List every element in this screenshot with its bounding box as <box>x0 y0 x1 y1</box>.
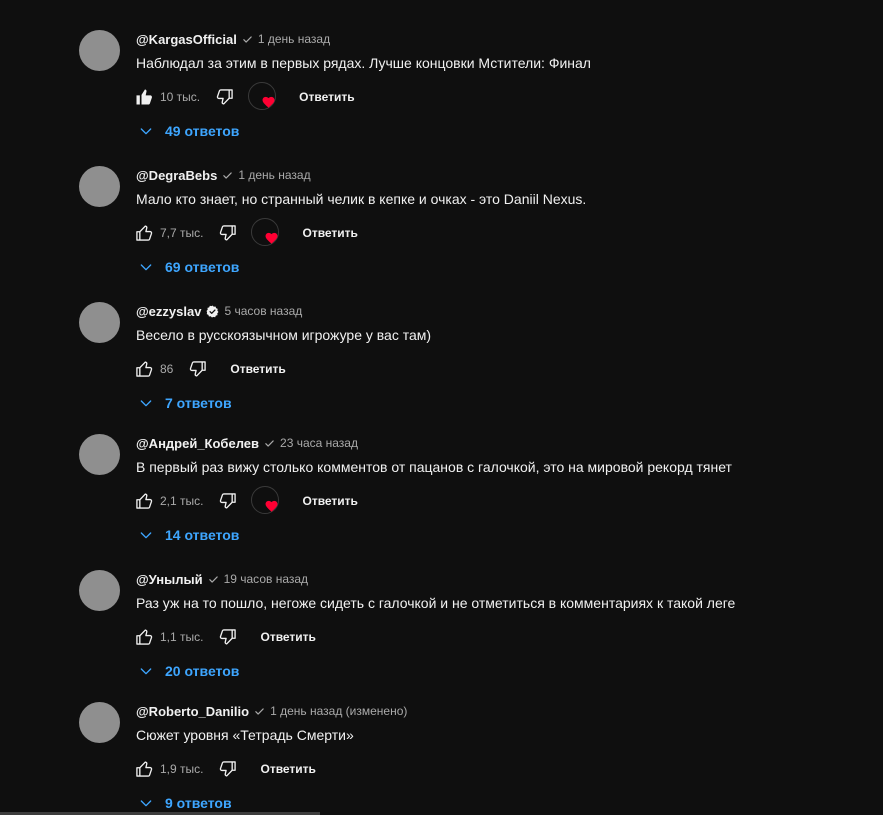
chevron-down-icon <box>138 395 154 411</box>
verified-badge-icon <box>206 305 219 318</box>
like-icon[interactable] <box>133 222 155 244</box>
comment-actions: 1,9 тыс. Ответить <box>133 757 316 781</box>
replies-toggle[interactable]: 9 ответов <box>138 793 232 813</box>
replies-toggle[interactable]: 69 ответов <box>138 257 239 277</box>
dislike-icon[interactable] <box>214 86 236 108</box>
dislike-icon[interactable] <box>217 222 239 244</box>
comment-header: @Унылый 19 часов назад <box>136 570 308 588</box>
timestamp[interactable]: 23 часа назад <box>280 436 358 450</box>
comment-actions: 10 тыс. Ответить <box>133 82 355 112</box>
author-name[interactable]: @Roberto_Danilio <box>136 704 249 719</box>
comment-actions: 1,1 тыс. Ответить <box>133 625 316 649</box>
timestamp[interactable]: 19 часов назад <box>224 572 308 586</box>
like-count: 86 <box>160 362 174 376</box>
reply-button[interactable]: Ответить <box>230 362 285 376</box>
replies-count-label: 7 ответов <box>165 395 232 411</box>
avatar[interactable] <box>79 434 120 475</box>
replies-count-label: 9 ответов <box>165 795 232 811</box>
dislike-icon[interactable] <box>217 490 239 512</box>
check-badge-icon <box>222 170 233 181</box>
like-count: 1,1 тыс. <box>160 630 204 644</box>
like-count: 2,1 тыс. <box>160 494 204 508</box>
like-count: 10 тыс. <box>160 90 201 104</box>
replies-count-label: 69 ответов <box>165 259 240 275</box>
like-count: 7,7 тыс. <box>160 226 204 240</box>
heart-icon <box>265 499 278 517</box>
check-badge-icon <box>242 34 253 45</box>
check-badge-icon <box>208 574 219 585</box>
dislike-icon[interactable] <box>217 626 239 648</box>
chevron-down-icon <box>138 259 154 275</box>
chevron-down-icon <box>138 527 154 543</box>
replies-toggle[interactable]: 14 ответов <box>138 525 239 545</box>
chevron-down-icon <box>138 123 154 139</box>
avatar[interactable] <box>79 570 120 611</box>
timestamp[interactable]: 1 день назад (изменено) <box>270 704 407 718</box>
author-name[interactable]: @ezzyslav <box>136 304 201 319</box>
reply-button[interactable]: Ответить <box>299 90 354 104</box>
like-icon[interactable] <box>133 758 155 780</box>
replies-count-label: 14 ответов <box>165 527 240 543</box>
creator-heart <box>251 218 281 248</box>
check-badge-icon <box>254 706 265 717</box>
timestamp[interactable]: 1 день назад <box>258 32 330 46</box>
timestamp[interactable]: 5 часов назад <box>224 304 302 318</box>
comment-text: Мало кто знает, но странный челик в кепк… <box>136 191 587 207</box>
comment-actions: 86 Ответить <box>133 357 286 381</box>
comments-section: @KargasOfficial 1 день назад Наблюдал за э… <box>0 0 883 815</box>
reply-button[interactable]: Ответить <box>302 494 357 508</box>
avatar[interactable] <box>79 302 120 343</box>
reply-button[interactable]: Ответить <box>260 630 315 644</box>
replies-toggle[interactable]: 20 ответов <box>138 661 239 681</box>
avatar[interactable] <box>79 30 120 71</box>
like-icon[interactable] <box>133 490 155 512</box>
comment-header: @DegraBebs 1 день назад <box>136 166 311 184</box>
like-count: 1,9 тыс. <box>160 762 204 776</box>
chevron-down-icon <box>138 663 154 679</box>
like-icon[interactable] <box>133 86 155 108</box>
comment-text: Весело в русскоязычном игрожуре у вас та… <box>136 327 432 343</box>
author-name[interactable]: @DegraBebs <box>136 168 217 183</box>
dislike-icon[interactable] <box>217 758 239 780</box>
comment-text: Наблюдал за этим в первых рядах. Лучше к… <box>136 55 591 71</box>
replies-count-label: 49 ответов <box>165 123 240 139</box>
like-icon[interactable] <box>133 358 155 380</box>
timestamp[interactable]: 1 день назад <box>238 168 310 182</box>
creator-heart <box>248 82 278 112</box>
reply-button[interactable]: Ответить <box>260 762 315 776</box>
creator-heart <box>251 486 281 516</box>
comment-actions: 7,7 тыс. Ответить <box>133 218 358 248</box>
comment-header: @ezzyslav 5 часов назад <box>136 302 302 320</box>
author-name[interactable]: @Унылый <box>136 572 203 587</box>
author-name[interactable]: @Андрей_Кобелев <box>136 436 259 451</box>
avatar[interactable] <box>79 702 120 743</box>
heart-icon <box>265 231 278 249</box>
comment-text: Сюжет уровня «Тетрадь Смерти» <box>136 727 354 743</box>
comment-text: В первый раз вижу столько комментов от п… <box>136 459 732 475</box>
replies-toggle[interactable]: 7 ответов <box>138 393 232 413</box>
like-icon[interactable] <box>133 626 155 648</box>
check-badge-icon <box>264 438 275 449</box>
chevron-down-icon <box>138 795 154 811</box>
replies-toggle[interactable]: 49 ответов <box>138 121 239 141</box>
comment-header: @Андрей_Кобелев 23 часа назад <box>136 434 358 452</box>
comment-header: @KargasOfficial 1 день назад <box>136 30 330 48</box>
replies-count-label: 20 ответов <box>165 663 240 679</box>
comment-header: @Roberto_Danilio 1 день назад (изменено) <box>136 702 407 720</box>
heart-icon <box>262 95 275 113</box>
comment-text: Раз уж на то пошло, негоже сидеть с гало… <box>136 595 736 611</box>
dislike-icon[interactable] <box>187 358 209 380</box>
avatar[interactable] <box>79 166 120 207</box>
author-name[interactable]: @KargasOfficial <box>136 32 237 47</box>
comment-actions: 2,1 тыс. Ответить <box>133 486 358 516</box>
reply-button[interactable]: Ответить <box>302 226 357 240</box>
